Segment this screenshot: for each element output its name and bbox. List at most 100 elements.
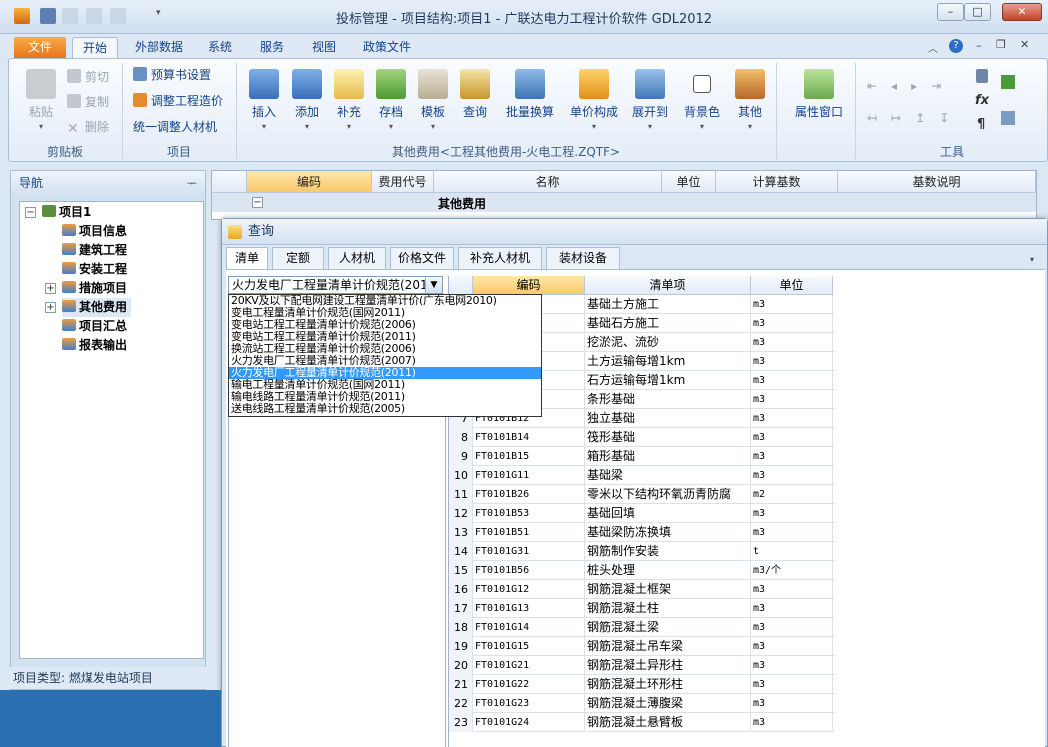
collapse-row-icon[interactable]: − [252,197,263,208]
query-tab-list[interactable]: 清单 [226,247,268,270]
table-row[interactable]: 18 FT0101G14 钢筋混凝土梁 m3 [449,618,835,637]
budget-settings-button[interactable]: 预算书设置 [133,65,211,85]
property-window-button[interactable]: 属性窗口 [789,69,849,120]
table-row[interactable]: 12 FT0101B53 基础回填 m3 [449,504,835,523]
dropdown-arrow-icon[interactable]: ▼ [425,277,442,293]
query-tab-price-file[interactable]: 价格文件 [390,247,454,269]
insert-button[interactable]: 插入 ▾ [243,69,285,131]
copy-button[interactable]: 复制 [67,92,109,112]
unit-price-button[interactable]: 单价构成 ▾ [565,69,623,131]
collapse-root-icon[interactable]: − [25,207,36,218]
item-icon [62,224,76,236]
background-color-button[interactable]: 背景色 ▾ [679,69,725,131]
doc-restore-icon[interactable]: ❐ [996,38,1006,51]
dropdown-option[interactable]: 20KV及以下配电网建设工程量清单计价(广东电网2010) [229,295,541,307]
dropdown-option[interactable]: 输电线路工程量清单计价规范(2011) [229,391,541,403]
doc-close-icon[interactable]: ✕ [1020,38,1029,51]
doc-minimize-icon[interactable]: – [976,39,982,52]
dropdown-option[interactable]: 火力发电厂工程量清单计价规范(2007) [229,355,541,367]
dropdown-option[interactable]: 换流站工程工程量清单计价规范(2006) [229,343,541,355]
other-button[interactable]: 其他 ▾ [729,69,771,131]
query-tab-supplement[interactable]: 补充人材机 [458,247,542,269]
table-row[interactable]: 14 FT0101G31 钢筋制作安装 t [449,542,835,561]
item-icon [62,281,76,293]
expand-to-button[interactable]: 展开到 ▾ [627,69,673,131]
nav-item-reports[interactable]: 报表输出 [62,336,127,355]
table-row[interactable]: 11 FT0101B26 零米以下结构环氧沥青防腐 m2 [449,485,835,504]
table-row[interactable]: 13 FT0101B51 基础梁防冻换填 m3 [449,523,835,542]
nav-item-project-info[interactable]: 项目信息 [62,222,127,241]
dropdown-option[interactable]: 变电站工程工程量清单计价规范(2006) [229,319,541,331]
dropdown-option[interactable]: 送电线路工程量清单计价规范(2005) [229,403,541,415]
col-header-base-desc[interactable]: 基数说明 [838,171,1036,193]
nav-item-installation[interactable]: 安装工程 [62,260,127,279]
pin-icon[interactable]: ᅮ [187,175,197,191]
table-row[interactable]: 17 FT0101G13 钢筋混凝土柱 m3 [449,599,835,618]
col-header-unit[interactable]: 单位 [751,276,833,295]
help-icon[interactable]: ? [949,39,963,53]
archive-button[interactable]: 存档 ▾ [370,69,412,131]
col-header-base[interactable]: 计算基数 [716,171,838,193]
paragraph-icon[interactable]: ¶ [977,117,985,132]
tab-service[interactable]: 服务 [252,37,292,58]
tree-root[interactable]: 项目1 [42,203,91,222]
query-button[interactable]: 查询 [454,69,496,120]
close-button[interactable]: ✕ [1002,3,1042,21]
col-header-unit[interactable]: 单位 [662,171,716,193]
col-header-name[interactable]: 名称 [434,171,662,193]
tab-system[interactable]: 系统 [200,37,240,58]
col-header-code[interactable]: 编码 [247,171,372,193]
cube-icon[interactable] [1001,75,1015,89]
table-row[interactable]: 9 FT0101B15 箱形基础 m3 [449,447,835,466]
nav-item-other-costs[interactable]: 其他费用 [62,298,132,317]
formula-icon[interactable]: fx [975,93,989,108]
settings-icon[interactable] [1001,111,1015,125]
table-row[interactable]: 22 FT0101G23 钢筋混凝土薄腹梁 m3 [449,694,835,713]
calculator-icon[interactable] [976,69,988,83]
query-tab-materials[interactable]: 人材机 [328,247,386,269]
maximize-button[interactable]: □ [964,3,991,21]
dropdown-option[interactable]: 变电工程量清单计价规范(国网2011) [229,307,541,319]
table-row[interactable]: 8 FT0101B14 筏形基础 m3 [449,428,835,447]
query-tab-equipment[interactable]: 装材设备 [546,247,620,269]
tab-external-data[interactable]: 外部数据 [128,37,190,58]
add-button[interactable]: 添加 ▾ [286,69,328,131]
minimize-button[interactable]: – [937,3,964,21]
nav-item-summary[interactable]: 项目汇总 [62,317,127,336]
query-tabs-menu-icon[interactable]: ▾ [1030,255,1034,264]
tab-file[interactable]: 文件 [14,37,66,58]
table-row[interactable]: 10 FT0101G11 基础梁 m3 [449,466,835,485]
table-row[interactable]: 15 FT0101B56 桩头处理 m3/个 [449,561,835,580]
query-tab-quota[interactable]: 定额 [272,247,324,269]
template-button[interactable]: 模板 ▾ [412,69,454,131]
table-row[interactable]: 19 FT0101G15 钢筋混凝土吊车梁 m3 [449,637,835,656]
adjust-cost-button[interactable]: 调整工程造价 [133,91,223,111]
nav-item-measures[interactable]: 措施项目 [62,279,127,298]
expand-other-costs-icon[interactable]: + [45,302,56,313]
delete-button[interactable]: ✕ 删除 [67,117,109,137]
col-header-code[interactable]: 编码 [473,276,585,295]
tab-policy-files[interactable]: 政策文件 [356,37,418,58]
collapse-ribbon-icon[interactable]: ︿ [928,40,938,55]
dropdown-option[interactable]: 变电站工程工程量清单计价规范(2011) [229,331,541,343]
table-row[interactable]: 16 FT0101G12 钢筋混凝土框架 m3 [449,580,835,599]
nav-item-construction[interactable]: 建筑工程 [62,241,127,260]
tab-start[interactable]: 开始 [72,37,118,58]
col-header-fee-code[interactable]: 费用代号 [372,171,434,193]
supplement-button[interactable]: 补充 ▾ [328,69,370,131]
dropdown-option[interactable]: 输电工程量清单计价规范(国网2011) [229,379,541,391]
cut-button[interactable]: 剪切 [67,67,109,87]
tab-view[interactable]: 视图 [304,37,344,58]
table-row[interactable]: 23 FT0101G24 钢筋混凝土悬臂板 m3 [449,713,835,732]
table-row[interactable]: 21 FT0101G22 钢筋混凝土环形柱 m3 [449,675,835,694]
paste-button[interactable]: 粘贴 ▾ [19,69,63,131]
adjust-materials-button[interactable]: 统一调整人材机 [133,117,217,137]
batch-convert-button[interactable]: 批量换算 [501,69,559,120]
grid-row-selected[interactable]: − 其他费用 [212,193,1036,212]
standard-select[interactable]: 火力发电厂工程量清单计价规范(201 ▼ [228,276,443,294]
paste-label: 粘贴 [28,105,53,119]
dropdown-option[interactable]: 火力发电厂工程量清单计价规范(2011) [229,367,541,379]
col-header-item[interactable]: 清单项 [585,276,751,295]
table-row[interactable]: 20 FT0101G21 钢筋混凝土异形柱 m3 [449,656,835,675]
expand-measures-icon[interactable]: + [45,283,56,294]
